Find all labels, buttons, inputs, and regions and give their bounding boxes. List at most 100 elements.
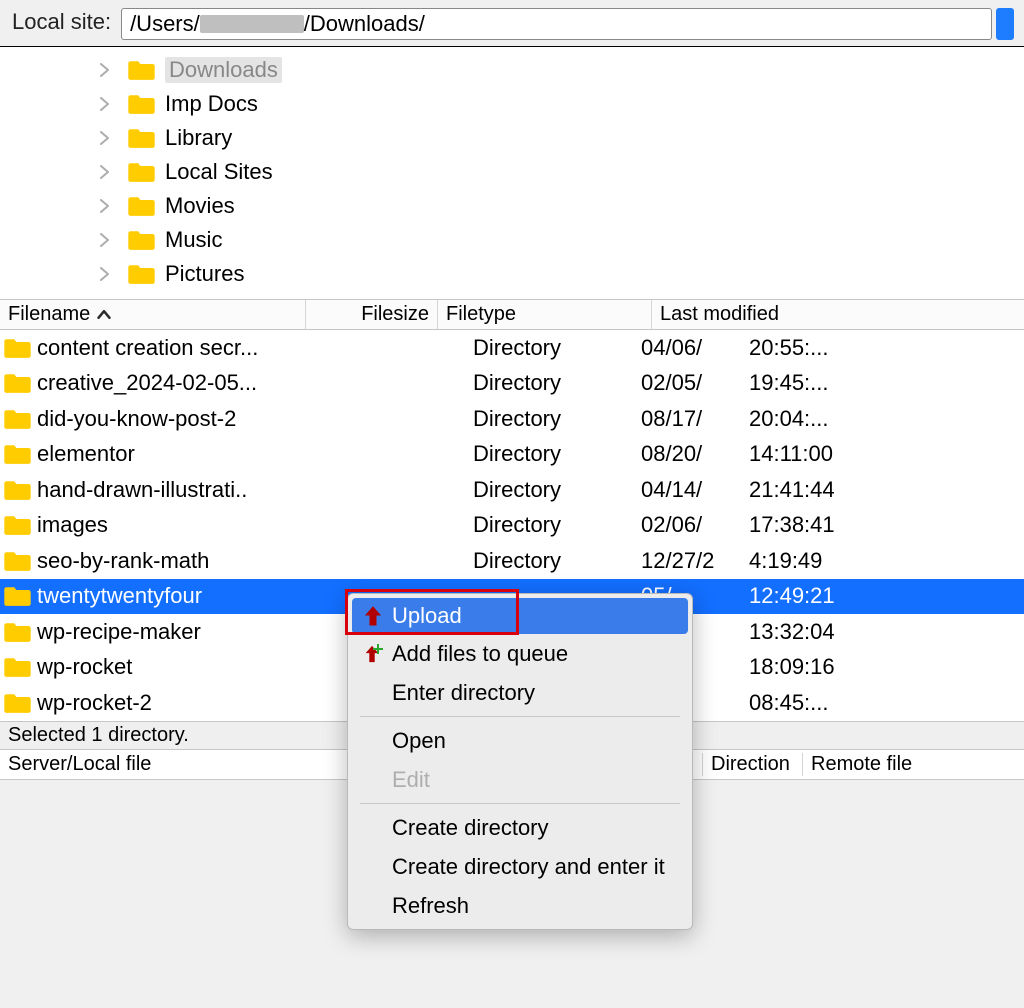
file-time: 13:32:04 [749,619,835,645]
col-header-filesize[interactable]: Filesize [306,300,438,329]
file-row[interactable]: did-you-know-post-2 Directory 08/17/20:04:… [0,401,1024,437]
tree-item-label: Library [165,125,232,151]
folder-tree[interactable]: Downloads Imp Docs Library Local Sites Movie… [0,46,1024,299]
file-row[interactable]: seo-by-rank-mathDirectory12/27/24:19:49 [0,543,1024,579]
chevron-right-icon[interactable] [100,97,114,111]
add-queue-icon [364,645,392,663]
chevron-right-icon[interactable] [100,199,114,213]
file-time: 4:19:49 [749,548,822,574]
tree-item[interactable]: Library [0,121,1024,155]
file-type: Directory [473,548,631,574]
folder-icon [4,372,31,394]
file-date: 02/06/ [641,512,741,538]
file-name: wp-rocket-2 [37,690,337,716]
path-prefix: /Users/ [130,11,200,37]
menu-separator [360,803,680,804]
tree-item[interactable]: Imp Docs [0,87,1024,121]
col-header-lastmod[interactable]: Last modified [652,300,1024,329]
tree-item[interactable]: Music [0,223,1024,257]
context-menu: Upload Add files to queue Enter director… [347,593,693,930]
file-name: wp-rocket [37,654,337,680]
local-site-path-input[interactable]: /Users/ /Downloads/ [121,8,992,40]
folder-icon [4,479,31,501]
file-time: 19:45:... [749,370,829,396]
folder-icon [4,585,31,607]
file-date: 12/27/2 [641,548,741,574]
file-row[interactable]: creative_2024-02-05... Directory 02/05/19:… [0,366,1024,402]
file-row[interactable]: elementorDirectory08/20/14:11:00 [0,437,1024,473]
file-date: 02/05/ [641,370,741,396]
queue-col-direction[interactable]: Direction [702,753,802,776]
file-date: 04/14/ [641,477,741,503]
file-time: 20:04:... [749,406,829,432]
folder-icon [128,263,155,285]
file-type: Directory [473,370,631,396]
status-text: Selected 1 directory. [8,724,189,747]
file-date: 04/06/ [641,335,741,361]
file-name: content creation secr... [37,335,337,361]
path-redacted [200,15,304,33]
folder-icon [4,514,31,536]
col-header-filetype[interactable]: Filetype [438,300,652,329]
chevron-right-icon[interactable] [100,267,114,281]
file-time: 17:38:41 [749,512,835,538]
menu-create-directory-enter[interactable]: Create directory and enter it [348,847,692,886]
chevron-right-icon[interactable] [100,165,114,179]
menu-open[interactable]: Open [348,721,692,760]
menu-add-to-queue[interactable]: Add files to queue [348,634,692,673]
tree-item-label: Imp Docs [165,91,258,117]
sort-asc-icon [96,309,112,320]
menu-upload[interactable]: Upload [352,598,688,634]
file-time: 12:49:21 [749,583,835,609]
folder-icon [4,692,31,714]
folder-icon [128,195,155,217]
file-time: 20:55:... [749,335,829,361]
chevron-right-icon[interactable] [100,63,114,77]
file-row[interactable]: content creation secr... Directory 04/06/2… [0,330,1024,366]
tree-item[interactable]: Downloads [0,53,1024,87]
menu-enter-directory[interactable]: Enter directory [348,673,692,712]
file-time: 18:09:16 [749,654,835,680]
queue-col-remote[interactable]: Remote file [802,753,912,776]
path-suffix: /Downloads/ [304,11,425,37]
file-row[interactable]: images Directory 02/06/17:38:41 [0,508,1024,544]
file-time: 14:11:00 [749,441,833,467]
menu-separator [360,716,680,717]
tree-item-label: Local Sites [165,159,273,185]
menu-refresh[interactable]: Refresh [348,886,692,925]
folder-icon [128,161,155,183]
chevron-right-icon[interactable] [100,131,114,145]
path-dropdown-button[interactable] [996,8,1014,40]
tree-item[interactable]: Local Sites [0,155,1024,189]
file-date: 08/17/ [641,406,741,432]
file-type: Directory [473,441,631,467]
file-name: hand-drawn-illustrati.. [37,477,337,503]
folder-icon [128,229,155,251]
file-row[interactable]: hand-drawn-illustrati..Directory04/14/21… [0,472,1024,508]
tree-item-label: Movies [165,193,235,219]
file-type: Directory [473,512,631,538]
tree-item[interactable]: Pictures [0,257,1024,291]
tree-item[interactable]: Movies [0,189,1024,223]
file-name: creative_2024-02-05... [37,370,337,396]
folder-icon [4,621,31,643]
file-type: Directory [473,335,631,361]
file-time: 08:45:... [749,690,829,716]
file-name: elementor [37,441,337,467]
folder-icon [4,443,31,465]
tree-item-label: Downloads [165,57,282,83]
file-type: Directory [473,477,631,503]
file-name: twentytwentyfour [37,583,337,609]
local-site-label: Local site: [12,8,121,40]
upload-icon [364,606,392,626]
folder-icon [128,59,155,81]
file-name: did-you-know-post-2 [37,406,337,432]
col-header-filename[interactable]: Filename [0,300,306,329]
chevron-right-icon[interactable] [100,233,114,247]
folder-icon [4,408,31,430]
file-name: wp-recipe-maker [37,619,337,645]
file-type: Directory [473,406,631,432]
tree-item-label: Pictures [165,261,244,287]
menu-create-directory[interactable]: Create directory [348,808,692,847]
file-name: images [37,512,337,538]
